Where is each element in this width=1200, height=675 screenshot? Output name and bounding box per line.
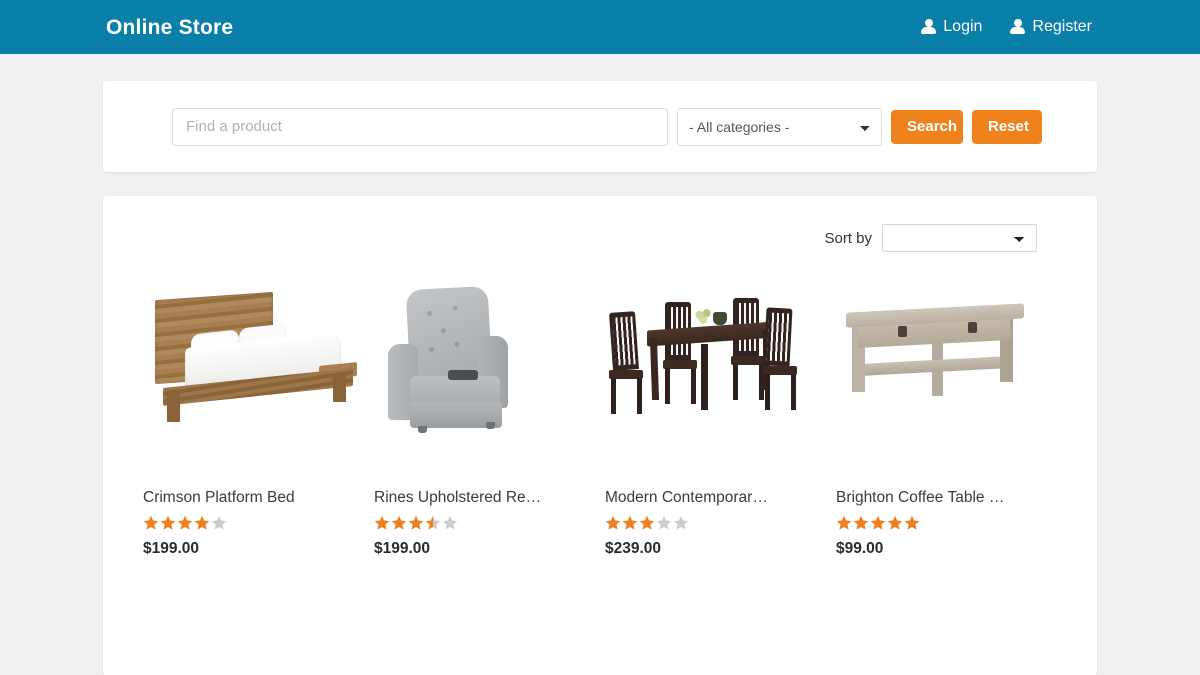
product-title[interactable]: Crimson Platform Bed — [143, 489, 356, 508]
star-icon — [639, 515, 655, 530]
star-icon — [673, 515, 689, 530]
rating-stars — [836, 515, 1049, 530]
product-title[interactable]: Brighton Coffee Table … — [836, 489, 1049, 508]
rating-stars — [143, 515, 356, 530]
star-icon — [374, 515, 390, 530]
product-image-brighton-coffee-table[interactable] — [836, 278, 1049, 463]
product-image-crimson-platform-bed[interactable] — [143, 278, 357, 463]
star-icon — [194, 515, 210, 530]
recliner-illustration — [374, 278, 587, 463]
recliner-remote-shape — [448, 370, 478, 380]
star-icon — [887, 515, 903, 530]
recliner-foot-shape — [486, 422, 495, 429]
search-input[interactable] — [172, 107, 668, 146]
rating-stars — [374, 515, 587, 530]
product-image-rines-upholstered-recliner[interactable] — [374, 278, 587, 463]
login-link[interactable]: Login — [921, 19, 982, 35]
product-price: $199.00 — [374, 539, 431, 557]
register-link[interactable]: Register — [1010, 19, 1092, 35]
user-icon — [1010, 19, 1026, 35]
search-row: - All categories - Search Reset — [172, 107, 1042, 146]
star-icon — [605, 515, 621, 530]
product-title[interactable]: Modern Contemporar… — [605, 489, 818, 508]
dining-chair-shape — [609, 311, 643, 414]
dining-table-leg-shape — [701, 344, 708, 410]
rating-stars — [605, 515, 818, 530]
dining-table-leg-shape — [649, 338, 660, 400]
star-icon — [853, 515, 869, 530]
dining-set-illustration — [605, 278, 818, 463]
product-image-modern-contemporary-dining-set[interactable] — [605, 278, 818, 463]
product-title[interactable]: Rines Upholstered Re… — [374, 489, 587, 508]
dining-chair-shape — [763, 307, 797, 410]
category-select[interactable]: - All categories - — [677, 107, 882, 146]
user-icon — [921, 19, 937, 35]
star-icon — [425, 515, 441, 530]
coffee-table-illustration — [836, 278, 1049, 463]
sort-by-label: Sort by — [824, 229, 872, 247]
login-label: Login — [943, 18, 983, 35]
product-grid: Crimson Platform Bed $199.00 Rines Uphol… — [133, 278, 1067, 558]
recliner-foot-shape — [418, 426, 427, 433]
product-card: Brighton Coffee Table … $99.00 — [836, 278, 1067, 558]
star-icon — [622, 515, 638, 530]
search-button[interactable]: Search — [891, 109, 963, 144]
products-panel: Sort by Crimson Platform Bed $199.00 Rin… — [103, 196, 1097, 675]
sort-row: Sort by — [133, 216, 1067, 260]
star-icon — [656, 515, 672, 530]
brand-title: Online Store — [106, 15, 234, 39]
product-card: Rines Upholstered Re… $199.00 — [374, 278, 605, 558]
star-icon — [408, 515, 424, 530]
star-icon — [870, 515, 886, 530]
star-icon — [143, 515, 159, 530]
bed-illustration — [143, 278, 357, 463]
header-nav: Login Register — [921, 19, 1092, 35]
bed-leg-shape — [167, 390, 180, 422]
site-header: Online Store Login Register — [0, 0, 1200, 54]
star-icon — [211, 515, 227, 530]
sort-select[interactable] — [882, 224, 1037, 252]
search-panel: - All categories - Search Reset — [103, 81, 1097, 172]
product-price: $239.00 — [605, 539, 662, 557]
star-icon — [442, 515, 458, 530]
dining-chair-shape — [731, 298, 765, 400]
drawer-knob-icon — [968, 322, 977, 333]
star-icon — [160, 515, 176, 530]
register-label: Register — [1032, 18, 1092, 35]
star-icon — [836, 515, 852, 530]
star-icon — [177, 515, 193, 530]
star-icon — [391, 515, 407, 530]
bed-leg-shape — [333, 374, 346, 402]
product-card: Crimson Platform Bed $199.00 — [143, 278, 374, 558]
product-card: Modern Contemporar… $239.00 — [605, 278, 836, 558]
reset-button[interactable]: Reset — [972, 109, 1042, 144]
product-price: $199.00 — [143, 539, 200, 557]
drawer-knob-icon — [898, 326, 907, 337]
product-price: $99.00 — [836, 539, 884, 557]
star-icon — [904, 515, 920, 530]
